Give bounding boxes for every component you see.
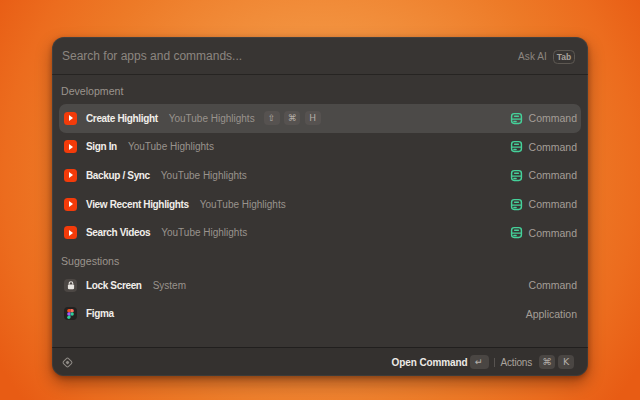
row-title: Lock Screen	[86, 280, 142, 291]
row-accessory: Command	[529, 279, 577, 291]
row-title: Search Videos	[86, 227, 150, 238]
command-terminal-icon	[510, 169, 523, 182]
row-subtitle: YouTube Highlights	[169, 113, 255, 124]
list-item-figma[interactable]: Figma Application	[59, 300, 581, 329]
row-title: View Recent Highlights	[86, 199, 189, 210]
row-accessory: Command	[510, 112, 577, 125]
row-accessory: Application	[526, 308, 577, 320]
command-key-badge: ⌘	[539, 355, 555, 369]
k-key-badge: K	[558, 355, 574, 369]
results-list: Development Create Highlight YouTube Hig…	[52, 75, 588, 347]
footer-divider	[494, 358, 495, 367]
command-terminal-icon	[510, 140, 523, 153]
section-header-development: Development	[59, 75, 581, 104]
row-title: Figma	[86, 308, 114, 319]
shortcut-keys: ⇧ ⌘ H	[264, 111, 321, 125]
accessory-label: Command	[529, 279, 577, 291]
accessory-label: Command	[529, 198, 577, 210]
lock-icon	[64, 279, 77, 292]
row-accessory: Command	[510, 198, 577, 211]
row-subtitle: YouTube Highlights	[161, 170, 247, 181]
ask-ai-label[interactable]: Ask AI	[518, 51, 547, 62]
raycast-logo-icon	[61, 356, 74, 369]
row-accessory: Command	[510, 226, 577, 239]
command-terminal-icon	[510, 226, 523, 239]
search-input[interactable]	[62, 49, 512, 63]
footer-bar: Open Command ↵ Actions ⌘ K	[52, 347, 588, 376]
command-terminal-icon	[510, 112, 523, 125]
row-accessory: Command	[510, 140, 577, 153]
raycast-window: Ask AI Tab Development Create Highlight …	[52, 37, 588, 376]
enter-key-badge: ↵	[470, 355, 489, 369]
row-subtitle: YouTube Highlights	[161, 227, 247, 238]
accessory-label: Application	[526, 308, 577, 320]
actions-label[interactable]: Actions	[501, 357, 532, 368]
row-subtitle: YouTube Highlights	[200, 199, 286, 210]
youtube-highlights-icon	[64, 198, 77, 211]
shift-key-badge: ⇧	[264, 111, 280, 125]
accessory-label: Command	[529, 112, 577, 124]
row-title: Create Highlight	[86, 113, 158, 124]
list-item-view-recent-highlights[interactable]: View Recent Highlights YouTube Highlight…	[59, 190, 581, 219]
h-key-badge: H	[305, 111, 321, 125]
list-item-create-highlight[interactable]: Create Highlight YouTube Highlights ⇧ ⌘ …	[59, 104, 581, 133]
section-header-suggestions: Suggestions	[59, 247, 581, 271]
list-item-sign-in[interactable]: Sign In YouTube Highlights Command	[59, 133, 581, 162]
accessory-label: Command	[529, 227, 577, 239]
youtube-highlights-icon	[64, 112, 77, 125]
accessory-label: Command	[529, 141, 577, 153]
row-title: Sign In	[86, 141, 117, 152]
accessory-label: Command	[529, 169, 577, 181]
youtube-highlights-icon	[64, 226, 77, 239]
row-title: Backup / Sync	[86, 170, 150, 181]
tab-key-badge: Tab	[553, 50, 575, 64]
row-subtitle: YouTube Highlights	[128, 141, 214, 152]
row-accessory: Command	[510, 169, 577, 182]
command-terminal-icon	[510, 198, 523, 211]
list-item-search-videos[interactable]: Search Videos YouTube Highlights Command	[59, 218, 581, 247]
youtube-highlights-icon	[64, 140, 77, 153]
youtube-highlights-icon	[64, 169, 77, 182]
list-item-backup-sync[interactable]: Backup / Sync YouTube Highlights Command	[59, 161, 581, 190]
list-item-lock-screen[interactable]: Lock Screen System Command	[59, 271, 581, 300]
search-bar: Ask AI Tab	[52, 37, 588, 75]
desktop: { "window": { "search": { "placeholder":…	[0, 0, 640, 400]
row-subtitle: System	[153, 280, 186, 291]
open-command-label[interactable]: Open Command	[392, 357, 468, 368]
figma-icon	[64, 307, 77, 320]
command-key-badge: ⌘	[284, 111, 300, 125]
